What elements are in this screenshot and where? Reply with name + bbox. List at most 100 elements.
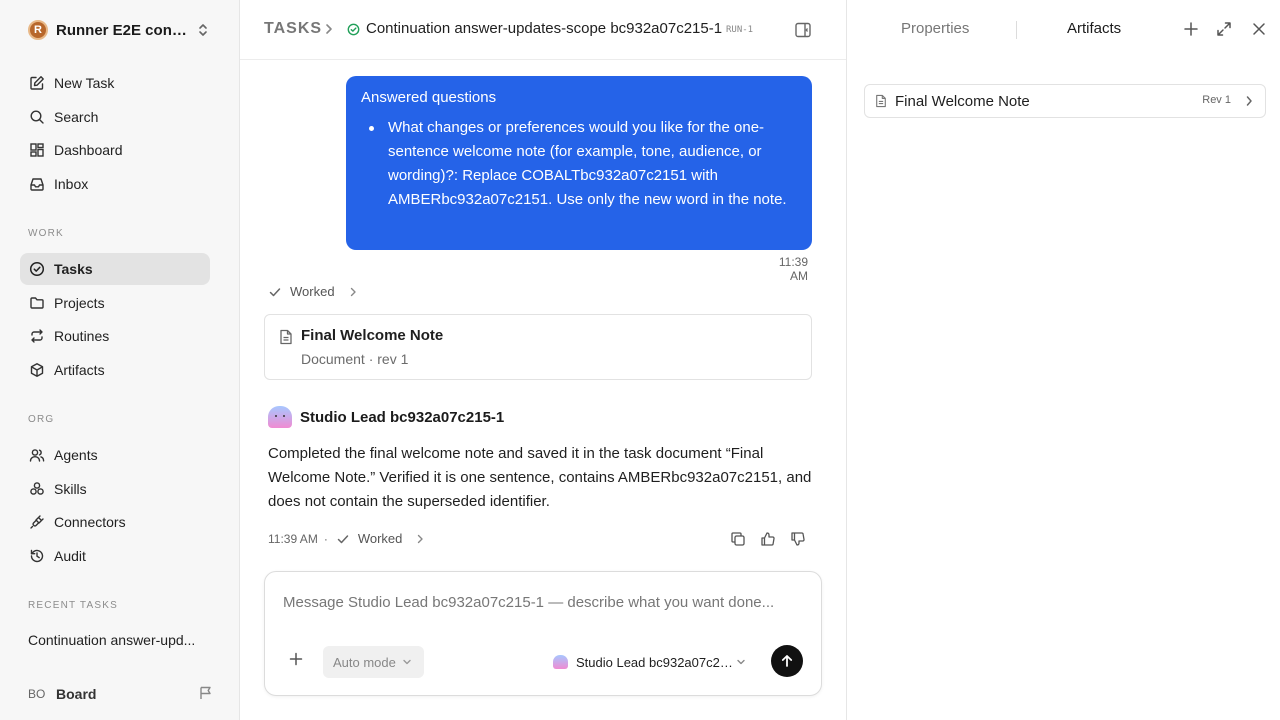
thumbs-up-icon[interactable] <box>760 531 776 547</box>
nav-connectors[interactable]: Connectors <box>20 506 210 538</box>
section-label-org: ORG <box>28 414 55 425</box>
nav-label: New Task <box>54 75 115 91</box>
message-timestamp: 11:39 AM <box>778 255 808 283</box>
repeat-icon <box>28 327 46 345</box>
tab-properties[interactable]: Properties <box>901 20 969 37</box>
workspace-logo: R <box>28 20 48 40</box>
nav-label: Artifacts <box>54 362 105 378</box>
check-circle-icon <box>28 260 46 278</box>
mode-select-button[interactable]: Auto mode <box>323 646 424 678</box>
artifact-list-item[interactable]: Final Welcome Note Rev 1 <box>864 84 1266 118</box>
check-icon <box>268 285 282 299</box>
agent-header: Studio Lead bc932a07c215-1 <box>268 406 504 428</box>
agent-name: Studio Lead bc932a07c215-1 <box>300 408 505 426</box>
nav-label: Search <box>54 109 99 125</box>
document-subtitle: Document · rev 1 <box>301 351 409 367</box>
nav-label: Agents <box>54 447 98 463</box>
worked-toggle[interactable]: Worked <box>336 531 425 546</box>
chevron-up-down-icon <box>196 22 210 38</box>
agent-select-label: Studio Lead bc932a07c21... <box>576 654 736 670</box>
recent-task-item[interactable]: Continuation answer-upd... <box>28 632 208 648</box>
document-card[interactable]: Final Welcome Note Document · rev 1 <box>264 314 812 380</box>
nav-audit[interactable]: Audit <box>20 540 210 572</box>
main-panel: TASKS Continuation answer-updates-scope … <box>240 0 846 720</box>
document-title: Final Welcome Note <box>301 327 444 344</box>
message-input[interactable] <box>283 591 803 613</box>
board-avatar: BO <box>28 687 46 701</box>
section-label-work: WORK <box>28 228 64 239</box>
nav-projects[interactable]: Projects <box>20 287 210 319</box>
agent-select[interactable]: Studio Lead bc932a07c21... <box>553 650 753 674</box>
box-icon <box>28 361 46 379</box>
agent-meta-row: 11:39 AM · Worked <box>268 531 424 546</box>
nav-label: Inbox <box>54 176 89 192</box>
nav-label: Projects <box>54 295 105 311</box>
agent-message: Completed the final welcome note and sav… <box>268 445 812 510</box>
send-button[interactable] <box>771 645 803 677</box>
message-composer: Auto mode Studio Lead bc932a07c21... <box>264 571 822 696</box>
close-icon[interactable] <box>1251 21 1267 37</box>
top-bar: TASKS Continuation answer-updates-scope … <box>240 0 846 60</box>
status-done-icon <box>347 23 360 36</box>
sidebar: R Runner E2E conti... New Task Search Da… <box>0 0 240 720</box>
nav-inbox[interactable]: Inbox <box>20 168 210 200</box>
document-icon <box>875 94 887 108</box>
nav-label: Dashboard <box>54 142 123 158</box>
avatar <box>268 406 292 428</box>
nav-label: Connectors <box>54 514 126 530</box>
check-icon <box>336 532 350 546</box>
section-label-recent: RECENT TASKS <box>28 600 118 611</box>
nav-label: Audit <box>54 548 86 564</box>
answered-item: What changes or preferences would you li… <box>361 116 797 212</box>
worked-label: Worked <box>357 531 403 546</box>
chevron-right-icon <box>324 23 334 35</box>
worked-label: Worked <box>290 284 335 299</box>
skills-icon <box>28 480 46 498</box>
thumbs-down-icon[interactable] <box>790 531 806 547</box>
plus-icon[interactable] <box>1183 21 1199 37</box>
workspace-name: Runner E2E conti... <box>56 21 190 39</box>
nav-artifacts[interactable]: Artifacts <box>20 354 210 386</box>
tab-artifacts[interactable]: Artifacts <box>1067 20 1121 37</box>
nav-tasks[interactable]: Tasks <box>20 253 210 285</box>
nav-routines[interactable]: Routines <box>20 320 210 352</box>
worked-toggle[interactable]: Worked <box>268 284 357 299</box>
plus-icon[interactable] <box>289 652 303 666</box>
nav-label: Tasks <box>54 261 93 277</box>
expand-icon[interactable] <box>1216 21 1232 37</box>
message-actions <box>730 531 806 547</box>
workspace-switcher[interactable]: R Runner E2E conti... <box>28 19 214 41</box>
flag-icon[interactable] <box>198 685 214 701</box>
nav-dashboard[interactable]: Dashboard <box>20 134 210 166</box>
nav-label: Skills <box>54 481 87 497</box>
board-footer[interactable]: BO Board <box>28 683 214 705</box>
arrow-up-icon <box>781 655 793 667</box>
chevron-right-icon <box>349 287 357 297</box>
run-tag: RUN-1 <box>726 25 754 35</box>
mode-label: Auto mode <box>333 654 396 670</box>
nav-search[interactable]: Search <box>20 101 210 133</box>
nav-new-task[interactable]: New Task <box>20 67 210 99</box>
nav-skills[interactable]: Skills <box>20 473 210 505</box>
panel-toggle-icon[interactable] <box>794 21 812 39</box>
search-icon <box>28 108 46 126</box>
avatar <box>553 655 568 669</box>
board-label: Board <box>56 686 97 702</box>
breadcrumb-tasks[interactable]: TASKS <box>264 20 322 38</box>
tab-divider <box>1016 21 1017 39</box>
user-message-bubble: Answered questions What changes or prefe… <box>346 76 812 250</box>
message-timestamp: 11:39 AM <box>268 531 318 546</box>
history-icon <box>28 547 46 565</box>
separator-dot: · <box>323 531 328 546</box>
answered-list: What changes or preferences would you li… <box>361 116 796 212</box>
chevron-right-icon <box>1245 95 1253 107</box>
document-icon <box>279 329 293 345</box>
chevron-down-icon <box>403 659 411 665</box>
copy-icon[interactable] <box>730 531 746 547</box>
artifact-name: Final Welcome Note <box>895 92 1030 110</box>
nav-agents[interactable]: Agents <box>20 439 210 471</box>
inbox-icon <box>28 175 46 193</box>
plug-icon <box>28 513 46 531</box>
users-icon <box>28 446 46 464</box>
folder-icon <box>28 294 46 312</box>
